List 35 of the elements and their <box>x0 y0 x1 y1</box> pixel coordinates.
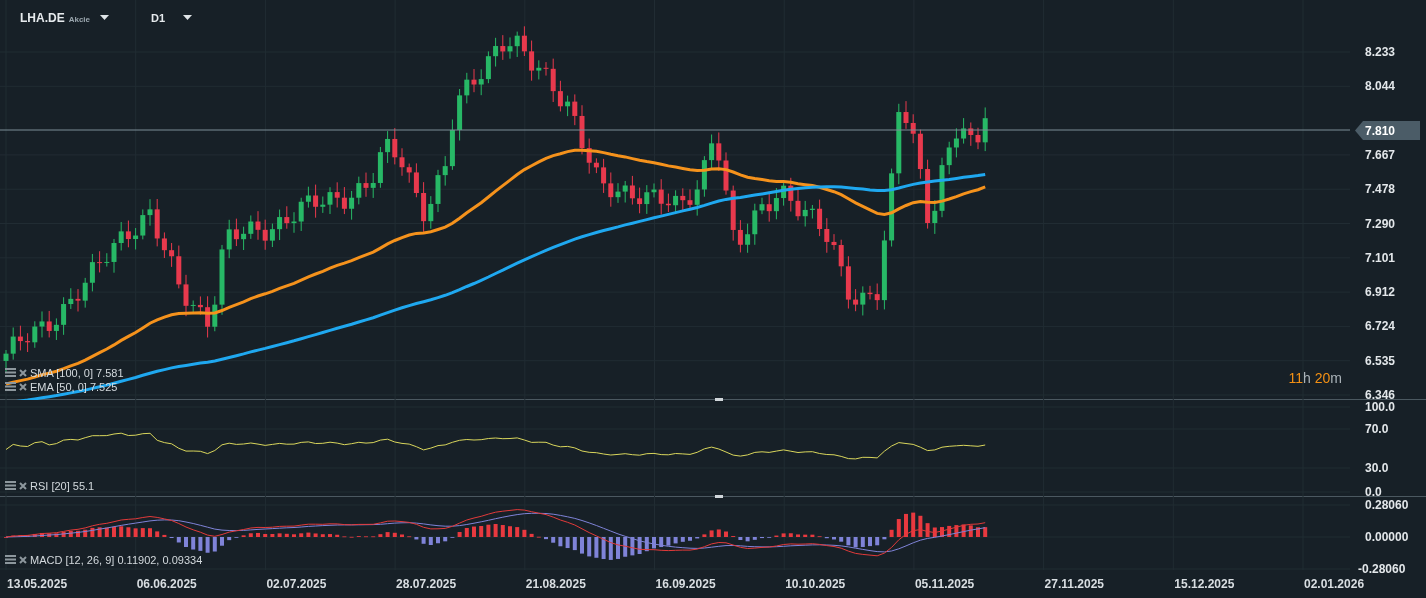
price-axis-label: 8.233 <box>1365 45 1396 59</box>
macd-axis-label: 0.00000 <box>1365 530 1409 544</box>
instrument-type: Akcie <box>68 14 91 24</box>
date-axis-label: 21.08.2025 <box>525 577 586 591</box>
rsi-axis-label: 70.0 <box>1365 422 1389 436</box>
macd-axis-label: 0.28060 <box>1365 498 1409 512</box>
date-axis-label: 27.11.2025 <box>1044 577 1104 591</box>
price-axis-label: 7.667 <box>1365 147 1396 162</box>
price-axis-label: 6.346 <box>1365 388 1396 402</box>
price-axis-label: 7.101 <box>1365 250 1396 265</box>
date-axis-label: 06.06.2025 <box>136 577 197 591</box>
price-axis-label: 6.535 <box>1365 353 1396 368</box>
date-axis-label: 15.12.2025 <box>1174 577 1235 591</box>
rsi-axis-label: 0.0 <box>1365 485 1382 499</box>
price-axis-label: 6.912 <box>1365 285 1396 300</box>
price-axis-label: 7.290 <box>1365 216 1396 231</box>
date-axis-label: 16.09.2025 <box>655 577 716 591</box>
date-axis-label: 02.07.2025 <box>266 577 327 591</box>
timeframe-selector[interactable]: D1 <box>151 12 166 24</box>
date-axis-label: 10.10.2025 <box>785 577 846 591</box>
indicator-legend: RSI [20] 55.1 <box>30 479 95 492</box>
current-price-tag: 7.810 <box>1355 121 1420 140</box>
macd-axis-label: -0.28060 <box>1358 562 1406 576</box>
date-axis-label: 13.05.2025 <box>7 577 68 591</box>
date-axis-label: 05.11.2025 <box>914 577 975 591</box>
indicator-legend: MACD [12, 26, 9] 0.11902, 0.09334 <box>30 553 203 566</box>
symbol-name[interactable]: LHA.DE <box>20 11 65 25</box>
price-axis-label: 7.478 <box>1365 182 1396 197</box>
rsi-axis-label: 30.0 <box>1365 461 1389 475</box>
price-axis-label: 8.044 <box>1365 79 1396 94</box>
price-axis-label: 6.724 <box>1365 319 1396 334</box>
rsi-axis-label: 100.0 <box>1365 400 1396 414</box>
candle-countdown: 11h 20m <box>1288 370 1342 386</box>
date-axis-label: 02.01.2026 <box>1304 577 1365 591</box>
date-axis-label: 28.07.2025 <box>396 577 457 591</box>
